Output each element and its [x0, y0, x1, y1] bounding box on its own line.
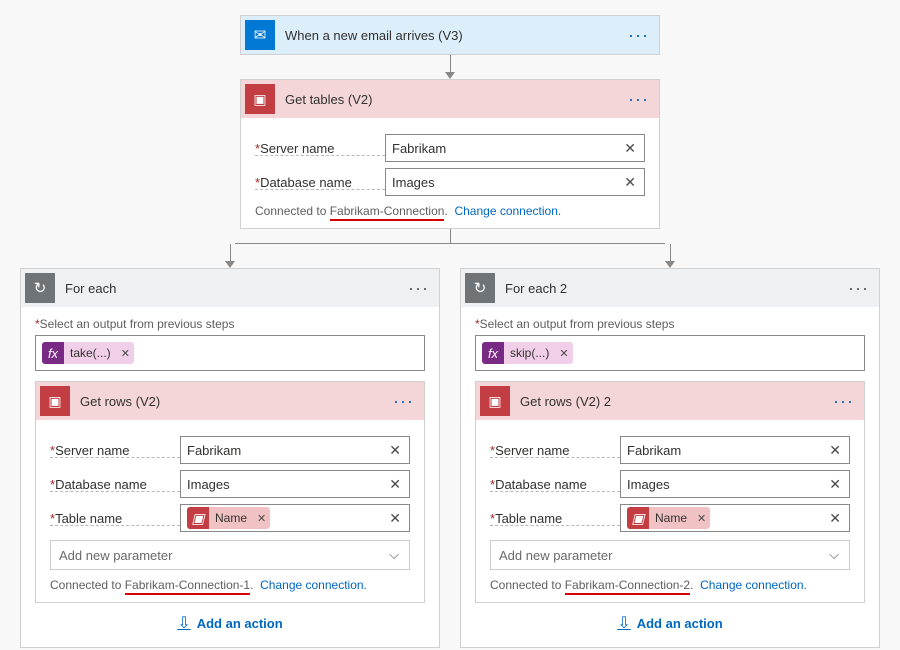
right-connection-name: Fabrikam-Connection-2: [565, 578, 690, 595]
clear-icon[interactable]: ✕: [387, 510, 403, 527]
sql-icon: [245, 84, 275, 114]
foreach-right-body: *Select an output from previous steps fx…: [461, 307, 879, 647]
right-db-label: *Database name: [490, 477, 620, 492]
getrows-card-left: Get rows (V2) ··· *Server name Fabrikam …: [35, 381, 425, 603]
right-server-input[interactable]: Fabrikam ✕: [620, 436, 850, 464]
left-connection-info: Connected to Fabrikam-Connection-1. Chan…: [50, 578, 410, 592]
clear-icon[interactable]: ✕: [827, 510, 843, 527]
getrows-right-body: *Server name Fabrikam ✕ *Database name I…: [476, 420, 864, 602]
sql-icon: [40, 386, 70, 416]
add-action-icon: [177, 613, 190, 633]
sql-icon: [187, 507, 209, 529]
gt-db-input[interactable]: Images ✕: [385, 168, 645, 196]
left-table-input[interactable]: Name ✕ ✕: [180, 504, 410, 532]
flow-canvas: When a new email arrives (V3) ··· Get ta…: [0, 0, 900, 650]
trigger-card[interactable]: When a new email arrives (V3) ···: [240, 15, 660, 55]
connector-arrow: [225, 244, 235, 268]
getrows-left-header[interactable]: Get rows (V2) ···: [36, 382, 424, 420]
trigger-menu-button[interactable]: ···: [618, 25, 659, 46]
right-select-input[interactable]: fx skip(...) ✕: [475, 335, 865, 371]
clear-icon[interactable]: ✕: [622, 174, 638, 191]
left-select-label: *Select an output from previous steps: [35, 317, 425, 331]
getrows-card-right: Get rows (V2) 2 ··· *Server name Fabrika…: [475, 381, 865, 603]
gt-server-label: *Server name: [255, 141, 385, 156]
trigger-title: When a new email arrives (V3): [285, 28, 618, 43]
left-connection-name: Fabrikam-Connection-1: [125, 578, 250, 595]
getrows-right-menu-button[interactable]: ···: [823, 391, 864, 412]
fx-token[interactable]: fx skip(...) ✕: [482, 342, 573, 364]
right-server-label: *Server name: [490, 443, 620, 458]
right-add-action-button[interactable]: Add an action: [475, 603, 865, 637]
connector-line: [450, 229, 451, 243]
left-select-input[interactable]: fx take(...) ✕: [35, 335, 425, 371]
get-tables-title: Get tables (V2): [285, 92, 618, 107]
mail-icon: [245, 20, 275, 50]
token-remove-icon[interactable]: ✕: [555, 347, 572, 360]
trigger-header[interactable]: When a new email arrives (V3) ···: [241, 16, 659, 54]
gt-db-label: *Database name: [255, 175, 385, 190]
right-table-label: *Table name: [490, 511, 620, 526]
left-db-label: *Database name: [50, 477, 180, 492]
get-tables-body: *Server name Fabrikam ✕ *Database name I…: [241, 118, 659, 228]
getrows-left-title: Get rows (V2): [80, 394, 383, 409]
fx-icon: fx: [42, 342, 64, 364]
token-remove-icon[interactable]: ✕: [117, 347, 134, 360]
token-remove-icon[interactable]: ✕: [693, 512, 710, 525]
left-add-parameter-dropdown[interactable]: Add new parameter ⌵: [50, 540, 410, 570]
foreach-card-right: For each 2 ··· *Select an output from pr…: [460, 268, 880, 648]
left-change-connection-link[interactable]: Change connection.: [260, 578, 367, 592]
dynamic-token[interactable]: Name ✕: [627, 507, 710, 529]
sql-icon: [480, 386, 510, 416]
loop-icon: [25, 273, 55, 303]
getrows-left-body: *Server name Fabrikam ✕ *Database name I…: [36, 420, 424, 602]
foreach-left-header[interactable]: For each ···: [21, 269, 439, 307]
foreach-right-title: For each 2: [505, 281, 838, 296]
fx-icon: fx: [482, 342, 504, 364]
foreach-card-left: For each ··· *Select an output from prev…: [20, 268, 440, 648]
foreach-left-menu-button[interactable]: ···: [398, 278, 439, 299]
gt-change-connection-link[interactable]: Change connection.: [454, 204, 561, 218]
left-server-label: *Server name: [50, 443, 180, 458]
clear-icon[interactable]: ✕: [622, 140, 638, 157]
clear-icon[interactable]: ✕: [827, 442, 843, 459]
gt-server-input[interactable]: Fabrikam ✕: [385, 134, 645, 162]
get-tables-card: Get tables (V2) ··· *Server name Fabrika…: [240, 79, 660, 229]
fx-token[interactable]: fx take(...) ✕: [42, 342, 134, 364]
clear-icon[interactable]: ✕: [827, 476, 843, 493]
add-action-icon: [617, 613, 630, 633]
left-table-label: *Table name: [50, 511, 180, 526]
foreach-right-header[interactable]: For each 2 ···: [461, 269, 879, 307]
left-db-input[interactable]: Images ✕: [180, 470, 410, 498]
connector-arrow: [445, 55, 455, 79]
clear-icon[interactable]: ✕: [387, 476, 403, 493]
foreach-left-title: For each: [65, 281, 398, 296]
left-add-action-button[interactable]: Add an action: [35, 603, 425, 637]
token-remove-icon[interactable]: ✕: [253, 512, 270, 525]
right-connection-info: Connected to Fabrikam-Connection-2. Chan…: [490, 578, 850, 592]
right-change-connection-link[interactable]: Change connection.: [700, 578, 807, 592]
getrows-right-title: Get rows (V2) 2: [520, 394, 823, 409]
chevron-down-icon: ⌵: [827, 547, 841, 563]
foreach-left-body: *Select an output from previous steps fx…: [21, 307, 439, 647]
right-select-label: *Select an output from previous steps: [475, 317, 865, 331]
clear-icon[interactable]: ✕: [387, 442, 403, 459]
getrows-right-header[interactable]: Get rows (V2) 2 ···: [476, 382, 864, 420]
gt-connection-name: Fabrikam-Connection: [330, 204, 445, 221]
chevron-down-icon: ⌵: [387, 547, 401, 563]
left-server-input[interactable]: Fabrikam ✕: [180, 436, 410, 464]
branch-columns: For each ··· *Select an output from prev…: [20, 244, 880, 648]
getrows-left-menu-button[interactable]: ···: [383, 391, 424, 412]
get-tables-menu-button[interactable]: ···: [618, 89, 659, 110]
dynamic-token[interactable]: Name ✕: [187, 507, 270, 529]
foreach-right-menu-button[interactable]: ···: [838, 278, 879, 299]
sql-icon: [627, 507, 649, 529]
right-add-parameter-dropdown[interactable]: Add new parameter ⌵: [490, 540, 850, 570]
gt-connection-info: Connected to Fabrikam-Connection. Change…: [255, 204, 645, 218]
right-db-input[interactable]: Images ✕: [620, 470, 850, 498]
get-tables-header[interactable]: Get tables (V2) ···: [241, 80, 659, 118]
connector-arrow: [665, 244, 675, 268]
right-table-input[interactable]: Name ✕ ✕: [620, 504, 850, 532]
loop-icon: [465, 273, 495, 303]
